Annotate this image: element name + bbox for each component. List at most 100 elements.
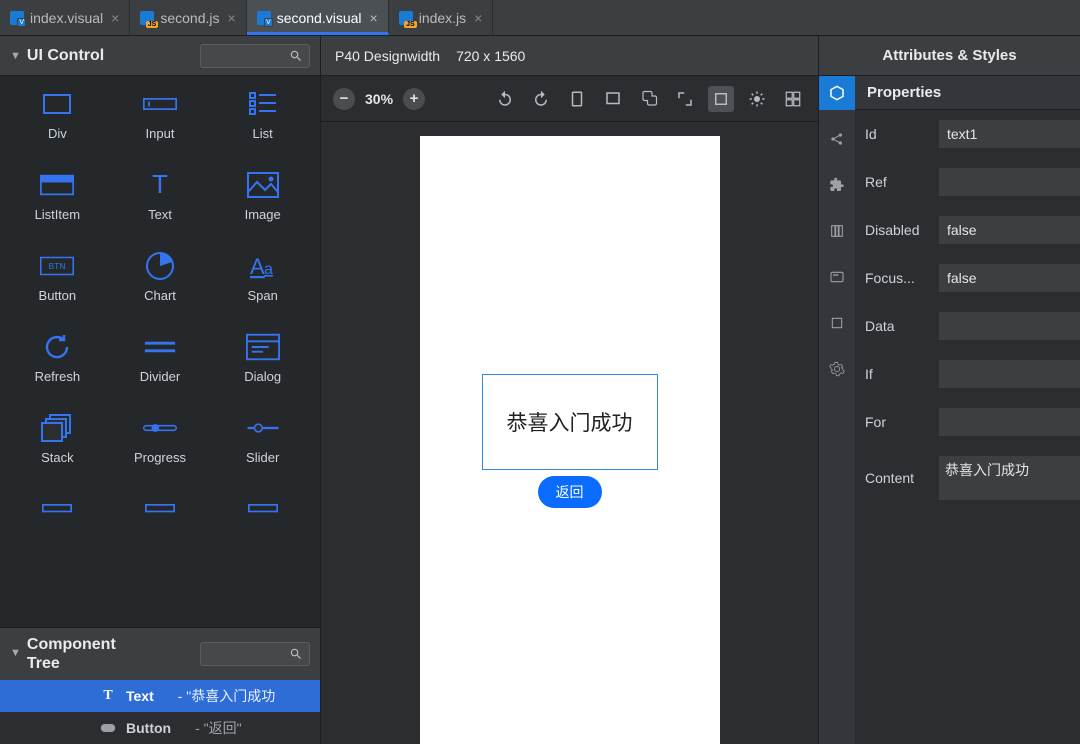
property-row-content: Content 恭喜入门成功 ▲▼: [855, 446, 1080, 510]
palette-item-listitem[interactable]: ListItem: [6, 171, 109, 222]
property-label: For: [865, 414, 931, 430]
more-icon: [40, 495, 74, 523]
property-label: Focus...: [865, 270, 931, 286]
card-tab-icon[interactable]: [819, 260, 855, 294]
device-frame: 恭喜入门成功 返回: [420, 136, 720, 744]
inspector-tab-strip: [819, 76, 855, 744]
properties-panel: Properties IdRefDisabledFocus...DataIfFo…: [855, 76, 1080, 744]
svg-text:T: T: [152, 171, 168, 199]
property-input[interactable]: [939, 360, 1080, 388]
device-dimensions: 720 x 1560: [456, 48, 525, 64]
tree-search[interactable]: [200, 642, 310, 666]
span-icon: Aa: [246, 252, 280, 280]
settings-tab-icon[interactable]: [819, 352, 855, 386]
palette-item-label: Chart: [144, 288, 176, 303]
tab-index-visual[interactable]: index.visual ×: [0, 0, 130, 35]
close-icon[interactable]: ×: [370, 10, 378, 26]
palette-item-divider[interactable]: Divider: [109, 333, 212, 384]
component-tree: TText- "恭喜入门成功Button- "返回": [0, 680, 320, 744]
frame-icon[interactable]: [708, 86, 734, 112]
panel-title: ComponentTree: [27, 635, 116, 673]
tab-label: index.js: [419, 10, 466, 26]
property-input[interactable]: [939, 216, 1080, 244]
tree-row-text[interactable]: TText- "恭喜入门成功: [0, 680, 320, 712]
tab-label: second.visual: [277, 10, 362, 26]
slider-icon: [246, 414, 280, 442]
brightness-icon[interactable]: [744, 86, 770, 112]
collapse-icon[interactable]: ▼: [10, 647, 21, 660]
device-phone-icon[interactable]: [564, 86, 590, 112]
share-tab-icon[interactable]: [819, 122, 855, 156]
box-tab-icon[interactable]: [819, 306, 855, 340]
component-tree-header: ▼ ComponentTree: [0, 628, 320, 680]
property-input[interactable]: [939, 264, 1080, 292]
zoom-in-button[interactable]: +: [403, 88, 425, 110]
property-label: Id: [865, 126, 931, 142]
property-row-disabled: Disabled: [855, 206, 1080, 254]
palette-item-refresh[interactable]: Refresh: [6, 333, 109, 384]
property-input[interactable]: [939, 120, 1080, 148]
palette-item-text[interactable]: TText: [109, 171, 212, 222]
preview-canvas[interactable]: 恭喜入门成功 返回: [321, 122, 818, 744]
palette-item-button[interactable]: BTNButton: [6, 252, 109, 303]
palette-item-dialog[interactable]: Dialog: [211, 333, 314, 384]
close-icon[interactable]: ×: [228, 10, 236, 26]
palette-item-more[interactable]: [109, 495, 212, 523]
palette-item-chart[interactable]: Chart: [109, 252, 212, 303]
js-file-icon: [140, 11, 154, 25]
search-icon: [289, 49, 303, 63]
palette-item-label: Refresh: [35, 369, 81, 384]
palette-item-label: Divider: [140, 369, 180, 384]
properties-title: Properties: [855, 76, 1080, 110]
component-palette: DivInputList ListItemTTextImage BTNButton C…: [0, 76, 320, 627]
palette-item-list[interactable]: List: [211, 90, 314, 141]
tab-second-visual[interactable]: second.visual ×: [247, 0, 389, 35]
tab-index-js[interactable]: index.js ×: [389, 0, 494, 35]
preview-button-component[interactable]: 返回: [538, 476, 602, 508]
input-icon: [143, 90, 177, 118]
palette-item-image[interactable]: Image: [211, 171, 314, 222]
close-icon[interactable]: ×: [111, 10, 119, 26]
design-info-bar: P40 Designwidth 720 x 1560: [321, 36, 818, 76]
palette-item-stack[interactable]: Stack: [6, 414, 109, 465]
panel-title: UI Control: [27, 47, 104, 65]
layout-icon[interactable]: [780, 86, 806, 112]
columns-tab-icon[interactable]: [819, 214, 855, 248]
undo-button[interactable]: [492, 86, 518, 112]
property-row-focus: Focus...: [855, 254, 1080, 302]
palette-item-slider[interactable]: Slider: [211, 414, 314, 465]
resize-icon[interactable]: [672, 86, 698, 112]
svg-text:BTN: BTN: [49, 261, 66, 271]
collapse-icon[interactable]: ▼: [10, 50, 21, 62]
property-content-input[interactable]: 恭喜入门成功: [939, 456, 1080, 500]
editor-tab-bar: index.visual × second.js × second.visual…: [0, 0, 1080, 36]
tree-row-button[interactable]: Button- "返回": [0, 712, 320, 744]
redo-button[interactable]: [528, 86, 554, 112]
palette-search[interactable]: [200, 44, 310, 68]
zoom-out-button[interactable]: −: [333, 88, 355, 110]
palette-item-span[interactable]: AaSpan: [211, 252, 314, 303]
property-row-if: If: [855, 350, 1080, 398]
properties-tab-icon[interactable]: [819, 76, 855, 110]
device-tablet-icon[interactable]: [600, 86, 626, 112]
more-icon: [246, 495, 280, 523]
close-icon[interactable]: ×: [474, 10, 482, 26]
palette-item-progress[interactable]: Progress: [109, 414, 212, 465]
visual-file-icon: [10, 11, 24, 25]
preview-toolbar: − 30% +: [321, 76, 818, 122]
property-input[interactable]: [939, 312, 1080, 340]
extension-tab-icon[interactable]: [819, 168, 855, 202]
device-rotate-icon[interactable]: [636, 86, 662, 112]
tab-second-js[interactable]: second.js ×: [130, 0, 246, 35]
property-input[interactable]: [939, 168, 1080, 196]
property-input[interactable]: [939, 408, 1080, 436]
property-row-for: For: [855, 398, 1080, 446]
svg-text:A: A: [250, 254, 265, 279]
div-icon: [40, 90, 74, 118]
preview-text-component[interactable]: 恭喜入门成功: [482, 374, 658, 470]
palette-item-label: Dialog: [244, 369, 281, 384]
palette-item-more[interactable]: [6, 495, 109, 523]
palette-item-more[interactable]: [211, 495, 314, 523]
palette-item-input[interactable]: Input: [109, 90, 212, 141]
palette-item-div[interactable]: Div: [6, 90, 109, 141]
